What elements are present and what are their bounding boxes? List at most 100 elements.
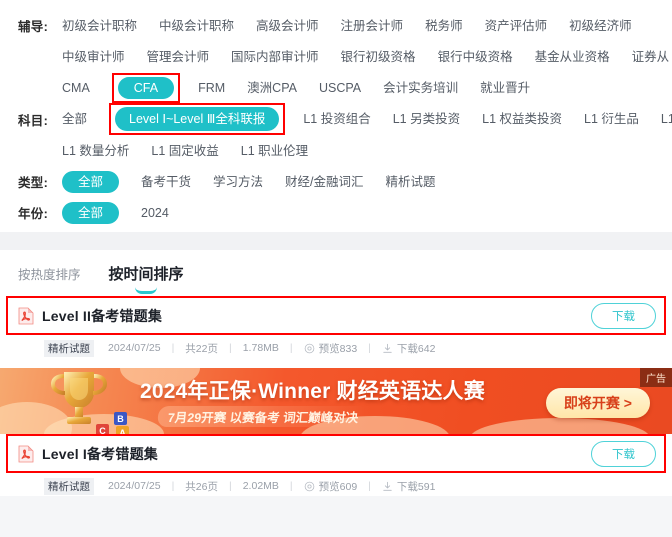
- filter-option-LevelLevel全科联报[interactable]: Level Ⅰ~Level Ⅲ全科联报: [115, 107, 280, 131]
- document-meta-row: 精析试题 2024/07/25 | 共22页 | 1.78MB | 预览833 | 下载642: [0, 338, 672, 358]
- views-count: 预览833: [318, 342, 358, 355]
- filter-option-银行中级资格[interactable]: 银行中级资格: [438, 47, 513, 67]
- downloads-count: 下载642: [396, 342, 436, 355]
- document-header-highlighted[interactable]: Level II备考错题集 下载: [6, 296, 666, 335]
- filter-option-全部[interactable]: 全部: [62, 170, 120, 193]
- filter-group-label: 科目:: [18, 113, 49, 128]
- meta-separator: |: [228, 480, 232, 492]
- filter-item-list: 全部 Level Ⅰ~Level Ⅲ全科联报 L1 投资组合 L1 另类投资 L1 权益…: [62, 103, 672, 135]
- filter-option-L1固定收益[interactable]: L1 固定收益: [151, 141, 218, 161]
- meta-separator: |: [368, 342, 371, 354]
- filter-option-L1数量分析[interactable]: L1 数量分析: [62, 141, 129, 161]
- filter-option-FRM[interactable]: FRM: [198, 78, 225, 98]
- document-item: Level I备考错题集 下载 精析试题 2024/07/25 | 共26页 | 2.02MB…: [0, 434, 672, 496]
- filter-option-CMA[interactable]: CMA: [62, 78, 90, 98]
- filter-item-list: L1 数量分析 L1 固定收益 L1 职业伦理: [62, 141, 330, 161]
- meta-separator: |: [289, 480, 293, 492]
- page-root: 辅导: 初级会计职称 中级会计职称 高级会计师 注册会计师 税务师 资产评估师 初级经济师辅导…: [0, 0, 672, 537]
- download-button[interactable]: 下载: [591, 440, 656, 467]
- highlight-box: Level Ⅰ~Level Ⅲ全科联报: [109, 103, 286, 135]
- highlight-box: CFA: [111, 72, 181, 103]
- filter-option-国际内部审计师[interactable]: 国际内部审计师: [231, 47, 319, 67]
- document-title[interactable]: Level II备考错题集: [42, 306, 591, 326]
- meta-separator: |: [171, 342, 175, 354]
- filter-option-全部[interactable]: 全部: [62, 109, 87, 129]
- document-title[interactable]: Level I备考错题集: [42, 444, 591, 464]
- meta-separator: |: [228, 342, 232, 354]
- document-item: Level II备考错题集 下载 精析试题 2024/07/25 | 共22页 | 1.78M…: [0, 296, 672, 358]
- filter-option-财经金融词汇[interactable]: 财经/金融词汇: [285, 172, 363, 192]
- letter-block-c: C: [96, 424, 109, 434]
- filter-row: 辅导:中级审计师管理会计师国际内部审计师银行初级资格银行中级资格基金从业资格证券…: [0, 41, 672, 72]
- filter-option-初级经济师[interactable]: 初级经济师: [569, 16, 632, 36]
- document-size: 1.78MB: [242, 342, 279, 354]
- filter-item-list: CMA CFA FRM 澳洲CPA USCPA 会计实务培训 就业晋升: [62, 72, 552, 103]
- document-date: 2024/07/25: [108, 342, 161, 354]
- meta-separator: |: [289, 342, 293, 354]
- filter-option-中级会计职称[interactable]: 中级会计职称: [159, 16, 234, 36]
- filter-row: 科目:L1 数量分析L1 固定收益L1 职业伦理: [0, 135, 672, 166]
- document-list: Level II备考错题集 下载 精析试题 2024/07/25 | 共22页 | 1.78M…: [0, 296, 672, 496]
- filter-option-税务师[interactable]: 税务师: [425, 16, 463, 36]
- filter-row: 年份: 全部 2024: [0, 197, 672, 228]
- pdf-file-icon: [18, 307, 34, 324]
- filter-option-2024[interactable]: 2024: [141, 203, 169, 223]
- section-divider: [0, 232, 672, 250]
- filter-option-基金从业资格[interactable]: 基金从业资格: [535, 47, 610, 67]
- filter-option-资产评估师[interactable]: 资产评估师: [485, 16, 548, 36]
- ad-cta-button[interactable]: 即将开赛 >: [545, 388, 650, 418]
- ad-subtitle: 7月29开赛 以赛备考 词汇巅峰对决: [156, 406, 370, 427]
- filter-option-高级会计师[interactable]: 高级会计师: [256, 16, 319, 36]
- filter-option-USCPA[interactable]: USCPA: [319, 78, 361, 98]
- filter-option-备考干货[interactable]: 备考干货: [141, 172, 191, 192]
- filter-item-list: 初级会计职称 中级会计职称 高级会计师 注册会计师 税务师 资产评估师 初级经济师: [62, 16, 654, 36]
- filter-item-list: 中级审计师 管理会计师 国际内部审计师 银行初级资格 银行中级资格 基金从业资格 证券从: [62, 47, 672, 67]
- eye-icon: [304, 343, 314, 353]
- sort-bar: 按热度排序 按时间排序: [0, 250, 672, 296]
- filter-group-label: 年份:: [18, 207, 49, 221]
- document-views: 预览833: [304, 341, 358, 356]
- ad-title: 2024年正保·Winner 财经英语达人赛: [140, 380, 485, 403]
- document-date: 2024/07/25: [108, 480, 161, 492]
- letter-block-a: A: [116, 426, 129, 434]
- filter-option-就业晋升[interactable]: 就业晋升: [480, 78, 530, 98]
- download-button[interactable]: 下载: [591, 302, 656, 329]
- filter-option-精析试题[interactable]: 精析试题: [386, 172, 436, 192]
- document-downloads: 下载642: [382, 341, 436, 356]
- filter-option-管理会计师[interactable]: 管理会计师: [147, 47, 210, 67]
- active-tab-underline: [135, 287, 158, 294]
- document-downloads: 下载591: [382, 479, 435, 494]
- filter-option-CFA[interactable]: CFA: [117, 76, 175, 99]
- filter-option-证券从[interactable]: 证券从: [632, 47, 670, 67]
- filter-option-L1另类投资[interactable]: L1 另类投资: [393, 109, 460, 129]
- sort-tab-popularity[interactable]: 按热度排序: [18, 264, 81, 283]
- filter-option-澳洲CPA[interactable]: 澳洲CPA: [247, 78, 297, 98]
- download-arrow-icon: [383, 343, 392, 353]
- filter-row: 类型: 全部 备考干货 学习方法 财经/金融词汇 精析试题: [0, 166, 672, 197]
- filter-option-L1职业伦理[interactable]: L1 职业伦理: [241, 141, 308, 161]
- filter-group-label: 类型:: [18, 176, 49, 190]
- document-header-highlighted[interactable]: Level I备考错题集 下载: [6, 434, 666, 473]
- meta-separator: |: [368, 480, 371, 492]
- filter-option-中级审计师[interactable]: 中级审计师: [62, 47, 125, 67]
- filter-option-会计实务培训[interactable]: 会计实务培训: [383, 78, 458, 98]
- download-arrow-icon: [383, 481, 392, 491]
- sort-tab-time[interactable]: 按时间排序: [109, 263, 184, 294]
- eye-icon: [304, 481, 314, 491]
- filter-option-L1衍生品[interactable]: L1 衍生品: [584, 109, 639, 129]
- filter-option-银行初级资格[interactable]: 银行初级资格: [341, 47, 416, 67]
- filter-option-全部[interactable]: 全部: [62, 201, 120, 224]
- filter-option-注册会计师[interactable]: 注册会计师: [341, 16, 404, 36]
- ad-label-badge: 广告: [640, 368, 672, 387]
- ad-banner[interactable]: B C A 2024年正保·Winner 财经英语达人赛 7月29开赛 以赛备考 词汇巅…: [0, 368, 672, 434]
- filter-option-初级会计职称[interactable]: 初级会计职称: [62, 16, 137, 36]
- document-size: 2.02MB: [242, 480, 279, 492]
- meta-separator: |: [171, 480, 175, 492]
- filter-option-L1权益类投资[interactable]: L1 权益类投资: [482, 109, 562, 129]
- filter-option-L1公[interactable]: L1 公: [661, 109, 672, 129]
- views-count: 预览609: [318, 480, 358, 493]
- pdf-file-icon: [18, 445, 34, 462]
- filter-option-L1投资组合[interactable]: L1 投资组合: [303, 109, 370, 129]
- filter-item-list: 全部 2024: [62, 201, 191, 224]
- filter-option-学习方法[interactable]: 学习方法: [213, 172, 263, 192]
